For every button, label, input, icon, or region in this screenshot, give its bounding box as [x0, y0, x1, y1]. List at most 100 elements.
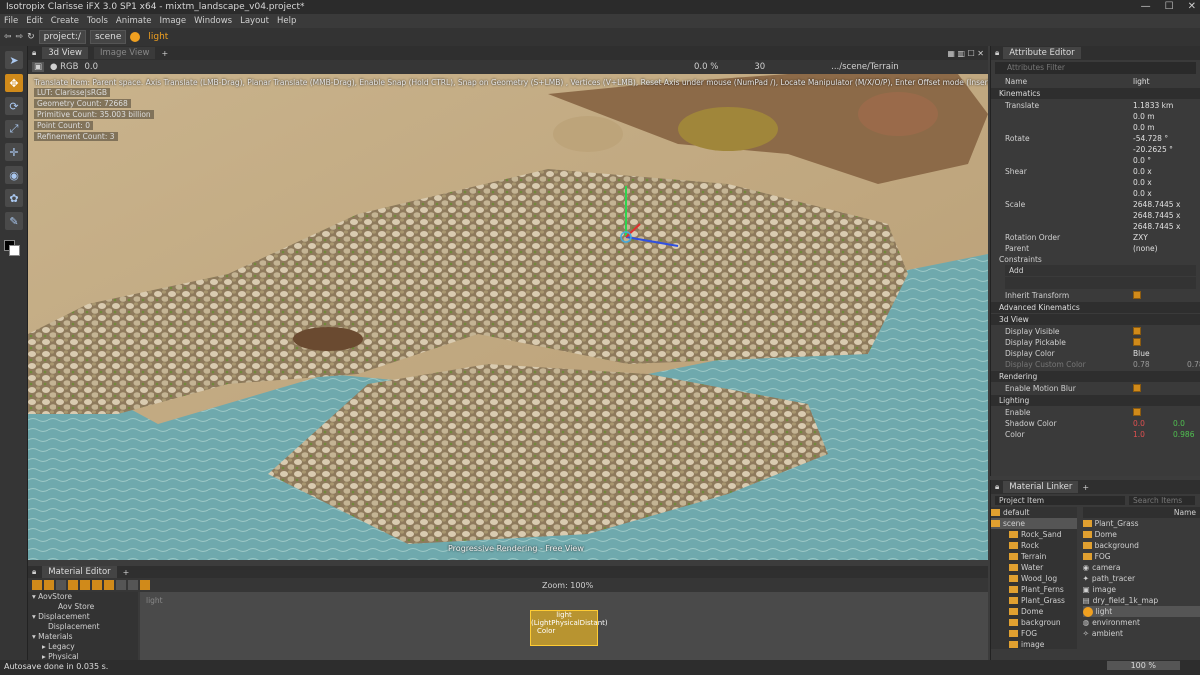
section-kinematics[interactable]: Kinematics	[991, 88, 1200, 99]
shear-x[interactable]: 0.0 x	[1133, 167, 1152, 176]
paint-tool-icon[interactable]: ✎	[5, 212, 23, 230]
menu-file[interactable]: File	[4, 16, 18, 26]
tree-item[interactable]: Dome	[991, 606, 1077, 617]
tab-material-linker[interactable]: Material Linker	[1003, 481, 1079, 493]
inherit-transform-checkbox[interactable]	[1133, 291, 1141, 299]
translate-z[interactable]: 0.0 m	[1133, 123, 1155, 132]
menu-create[interactable]: Create	[51, 16, 79, 26]
tab-attribute-editor[interactable]: Attribute Editor	[1003, 47, 1081, 59]
3d-viewport[interactable]: Translate Item: Parent space. Axis Trans…	[28, 74, 988, 560]
color-swatch-icon[interactable]	[4, 240, 20, 256]
camera-tool-icon[interactable]: ◉	[5, 166, 23, 184]
tree-item[interactable]: Rock	[991, 540, 1077, 551]
section-advanced-kinematics[interactable]: Advanced Kinematics	[991, 302, 1200, 313]
tree-item[interactable]: Plant_Ferns	[991, 584, 1077, 595]
node-tool-icon[interactable]	[68, 580, 78, 590]
scale-tool-icon[interactable]: ⤢	[5, 120, 23, 138]
node-tool-icon[interactable]	[56, 580, 66, 590]
tree-item[interactable]: ▾ AovStore	[28, 592, 138, 602]
enable-checkbox[interactable]	[1133, 408, 1141, 416]
tab-image-view[interactable]: Image View	[93, 47, 156, 59]
section-rendering[interactable]: Rendering	[991, 371, 1200, 382]
rotate-x[interactable]: -54.728 °	[1133, 134, 1168, 143]
tree-item[interactable]: Terrain	[991, 551, 1077, 562]
attribute-filter-input[interactable]: Attributes Filter	[995, 62, 1196, 74]
scale-x[interactable]: 2648.7445 x	[1133, 200, 1180, 209]
rotation-order-select[interactable]: ZXY	[1133, 233, 1148, 242]
terrain-path[interactable]: .../scene/Terrain	[831, 62, 899, 72]
select-tool-icon[interactable]: ➤	[5, 51, 23, 69]
rotate-tool-icon[interactable]: ⟳	[5, 97, 23, 115]
manipulator-tool-icon[interactable]: ✛	[5, 143, 23, 161]
translate-x[interactable]: 1.1833 km	[1133, 101, 1173, 110]
list-item[interactable]: ▤ dry_field_1k_map	[1083, 595, 1200, 606]
history-icon[interactable]: ↻	[27, 32, 35, 42]
section-lighting[interactable]: Lighting	[991, 395, 1200, 406]
list-item[interactable]: ✧ ambient	[1083, 628, 1200, 639]
add-tab-icon[interactable]: +	[123, 568, 130, 577]
node-graph[interactable]: light light (LightPhysicalDistant) Color	[140, 592, 988, 660]
name-column-header[interactable]: Name	[1082, 507, 1200, 518]
node-tool-icon[interactable]	[44, 580, 54, 590]
menu-image[interactable]: Image	[160, 16, 187, 26]
menu-animate[interactable]: Animate	[116, 16, 152, 26]
tree-item[interactable]: ▾ Materials	[28, 632, 138, 642]
tree-item[interactable]: Displacement	[28, 622, 138, 632]
add-tab-icon[interactable]: +	[1082, 483, 1089, 492]
list-item[interactable]: background	[1082, 540, 1200, 551]
tree-item[interactable]: FOG	[991, 628, 1077, 639]
search-items-input[interactable]: Search Items	[1129, 496, 1195, 505]
node-tool-icon[interactable]	[140, 580, 150, 590]
percent-field[interactable]: 0.0 %	[694, 62, 718, 72]
node-tool-icon[interactable]	[32, 580, 42, 590]
node-tool-icon[interactable]	[116, 580, 126, 590]
node-tool-icon[interactable]	[104, 580, 114, 590]
path-root[interactable]: project:/	[38, 30, 86, 44]
rotate-z[interactable]: 0.0 °	[1133, 156, 1151, 165]
lock-icon[interactable]: 🔒︎	[995, 482, 999, 492]
lock-icon[interactable]: 🔒︎	[32, 567, 36, 577]
list-item[interactable]: ▣ image	[1083, 584, 1200, 595]
tree-item[interactable]: Water	[991, 562, 1077, 573]
list-item[interactable]: FOG	[1082, 551, 1200, 562]
tree-item[interactable]: Wood_log	[991, 573, 1077, 584]
list-item[interactable]: light	[1082, 606, 1200, 617]
list-item[interactable]: ◍ environment	[1083, 617, 1200, 628]
back-icon[interactable]: ⇦	[4, 32, 12, 42]
section-3d-view[interactable]: 3d View	[991, 314, 1200, 325]
custom-color-value[interactable]: 0.78	[1133, 360, 1150, 369]
list-item[interactable]: Plant_Grass	[1082, 518, 1200, 529]
node-tool-icon[interactable]	[92, 580, 102, 590]
tree-item[interactable]: image	[991, 639, 1077, 649]
list-item[interactable]: ◉ camera	[1083, 562, 1200, 573]
scale-y[interactable]: 2648.7445 x	[1133, 211, 1180, 220]
node-tool-icon[interactable]	[128, 580, 138, 590]
menu-edit[interactable]: Edit	[26, 16, 42, 26]
menu-help[interactable]: Help	[277, 16, 296, 26]
list-item[interactable]: ✦ path_tracer	[1083, 573, 1200, 584]
lock-icon[interactable]: 🔒︎	[995, 48, 999, 58]
display-color-select[interactable]: Blue	[1133, 349, 1150, 358]
translate-y[interactable]: 0.0 m	[1133, 112, 1155, 121]
lock-icon[interactable]: 🔒︎	[32, 48, 36, 58]
tree-item[interactable]: ▾ Displacement	[28, 612, 138, 622]
tab-3d-view[interactable]: 3d View	[42, 47, 88, 59]
constraints-label[interactable]: Constraints	[999, 255, 1119, 264]
project-item-dropdown[interactable]: Project Item	[995, 496, 1125, 505]
translate-tool-icon[interactable]: ✥	[5, 74, 23, 92]
tree-item[interactable]: scene	[991, 518, 1077, 529]
name-field[interactable]: light	[1133, 77, 1150, 86]
scatter-tool-icon[interactable]: ✿	[5, 189, 23, 207]
tree-item[interactable]: Rock_Sand	[991, 529, 1077, 540]
display-pickable-checkbox[interactable]	[1133, 338, 1141, 346]
motion-blur-checkbox[interactable]	[1133, 384, 1141, 392]
frame-field[interactable]: 30	[754, 62, 765, 72]
path-scene[interactable]: scene	[89, 30, 127, 44]
add-tab-icon[interactable]: +	[161, 49, 168, 58]
tree-item[interactable]: ▸ Legacy	[28, 642, 138, 652]
tree-item[interactable]: backgroun	[991, 617, 1077, 628]
forward-icon[interactable]: ⇨	[16, 32, 24, 42]
list-item[interactable]: Dome	[1082, 529, 1200, 540]
menu-layout[interactable]: Layout	[240, 16, 269, 26]
scale-z[interactable]: 2648.7445 x	[1133, 222, 1180, 231]
